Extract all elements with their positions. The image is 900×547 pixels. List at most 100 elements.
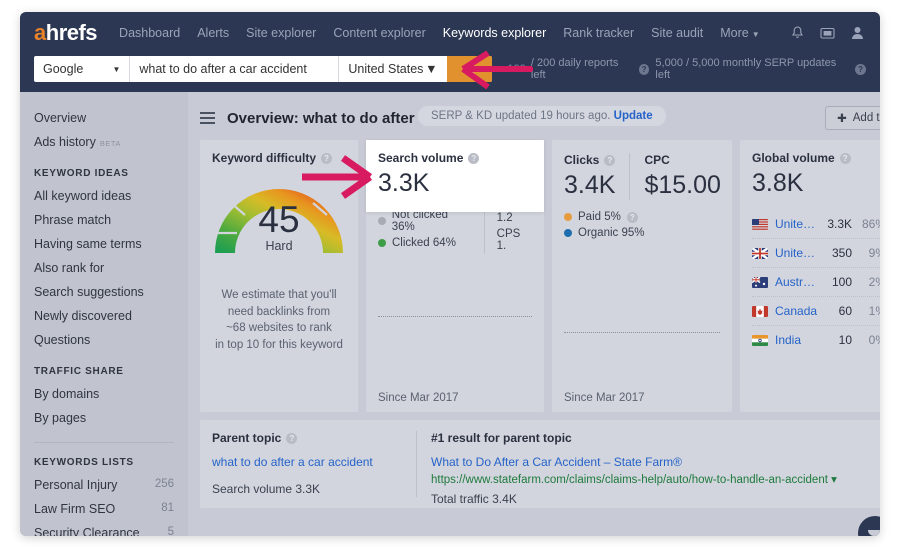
daily-reports-credit: 199 / 200 daily reports left ?: [508, 57, 650, 81]
help-icon[interactable]: ?: [468, 152, 480, 164]
parent-topic-link[interactable]: what to do after a car accident: [212, 455, 404, 469]
nav-item-site-audit[interactable]: Site audit: [651, 26, 703, 40]
clicks-bars: [564, 276, 720, 384]
nav-item-alerts[interactable]: Alerts: [197, 26, 229, 40]
nav-item-rank-tracker[interactable]: Rank tracker: [563, 26, 634, 40]
nav-more-label: More: [720, 26, 749, 40]
country-volume: 350: [831, 246, 852, 260]
help-icon[interactable]: ?: [855, 63, 866, 75]
clicks-legend: Paid 5%? Organic 95%: [564, 209, 720, 241]
card-title: CPC: [644, 153, 720, 167]
ahrefs-logo[interactable]: ahrefs: [34, 20, 98, 46]
nav-item-more[interactable]: More ▼: [720, 26, 759, 40]
legend-paid: Paid 5%?: [564, 209, 720, 225]
top-result-heading: #1 result for parent topic: [431, 431, 572, 445]
kd-note-text: We estimate that you'll need backlinks f…: [215, 289, 343, 352]
search-box-group: Google ▼ United States ▼: [34, 56, 492, 82]
keyword-difficulty-note: We estimate that you'll need backlinks f…: [212, 287, 346, 354]
country-volume: 3.3K: [827, 217, 852, 231]
help-icon[interactable]: ?: [321, 152, 333, 164]
clicks-metric: Clicks ? 3.4K: [564, 153, 629, 200]
sidebar-item-all-keyword-ideas[interactable]: All keyword ideas: [34, 184, 188, 208]
search-volume-chart: [378, 276, 532, 384]
sidebar-item-by-pages[interactable]: By pages: [34, 406, 188, 430]
search-engine-select[interactable]: Google ▼: [34, 56, 131, 82]
keyword-input[interactable]: [130, 56, 339, 82]
legend-label: Organic 95%: [578, 227, 645, 239]
sidebar-item-also-rank-for[interactable]: Also rank for: [34, 256, 188, 280]
sidebar-section-keyword-ideas: KEYWORD IDEAS: [34, 168, 129, 179]
flag-icon-in: [752, 334, 768, 346]
chevron-down-icon[interactable]: ▾: [831, 474, 837, 486]
bell-icon[interactable]: [791, 26, 804, 40]
help-bubble-icon[interactable]: [858, 516, 880, 536]
search-volume-legend: Not clicked 36% Clicked 64%: [378, 207, 472, 254]
legend-organic: Organic 95%: [564, 225, 720, 241]
chat-icon[interactable]: [820, 27, 835, 40]
top-result-url-text: https://www.statefarm.com/claims/claims-…: [431, 474, 828, 486]
country-volume: 10: [838, 333, 852, 347]
help-icon[interactable]: ?: [604, 154, 616, 166]
search-volume-value-highlight: 3.3K: [378, 169, 430, 197]
cpc-value: $15.00: [644, 171, 721, 199]
help-icon[interactable]: ?: [626, 211, 638, 223]
sidebar-item-search-suggestions[interactable]: Search suggestions: [34, 280, 188, 304]
legend-label: Not clicked 36%: [391, 209, 448, 233]
card-title-highlight: Search volume ?: [378, 151, 532, 165]
flag-icon-ca: [752, 305, 768, 317]
legend-dot: [378, 239, 386, 247]
nav-item-keywords-explorer[interactable]: Keywords explorer: [443, 26, 547, 40]
chevron-down-icon: ▼: [751, 30, 760, 39]
sidebar-item-newly-discovered[interactable]: Newly discovered: [34, 304, 188, 328]
sidebar-item-security-clearance[interactable]: Security Clearance 5: [34, 521, 188, 536]
sidebar-item-overview[interactable]: Overview: [34, 106, 188, 130]
keyword-difficulty-gauge: 45 Hard: [215, 177, 343, 254]
global-volume-value: 3.8K: [752, 169, 804, 197]
country-name[interactable]: United Ki...: [775, 246, 818, 260]
table-row: India 10 0%: [752, 325, 880, 354]
country-select[interactable]: United States ▼: [338, 56, 446, 82]
add-to-button[interactable]: ✚ Add to: [825, 106, 880, 130]
cpc-title: CPC: [644, 153, 670, 167]
clicks-chart: [564, 276, 720, 384]
main-content: Overview: what to do after SERP & KD upd…: [188, 92, 880, 536]
nav-item-site-explorer[interactable]: Site explorer: [246, 26, 316, 40]
parent-topic-heading-label: Parent topic: [212, 431, 282, 445]
page-title: Overview: what to do after: [227, 109, 415, 127]
top-result-title[interactable]: What to Do After a Car Accident – State …: [431, 455, 880, 469]
search-volume-title-highlight: Search volume: [378, 151, 464, 165]
top-navigation-bar: ahrefs Dashboard Alerts Site explorer Co…: [20, 12, 880, 54]
app-body: Overview Ads history BETA KEYWORD IDEAS A…: [20, 92, 880, 536]
search-submit-button[interactable]: [446, 56, 492, 82]
nav-links: Dashboard Alerts Site explorer Content e…: [119, 26, 760, 40]
country-name[interactable]: Canada: [775, 304, 818, 318]
sidebar-item-ads-history[interactable]: Ads history BETA: [34, 130, 188, 154]
help-icon[interactable]: ?: [839, 152, 851, 164]
country-percent: 2%: [868, 275, 880, 289]
country-volume: 100: [831, 275, 852, 289]
sidebar-item-by-domains[interactable]: By domains: [34, 382, 188, 406]
sidebar-item-questions[interactable]: Questions: [34, 328, 188, 352]
country-percent: 1%: [868, 304, 880, 318]
user-icon[interactable]: [851, 26, 864, 40]
sidebar-item-personal-injury[interactable]: Personal Injury 256: [34, 473, 188, 497]
serp-update-text: SERP & KD updated 19 hours ago.: [431, 110, 611, 122]
sidebar-item-having-same-terms[interactable]: Having same terms: [34, 232, 188, 256]
logo-text: hrefs: [45, 20, 98, 45]
country-name[interactable]: India: [775, 333, 818, 347]
hamburger-icon[interactable]: [200, 109, 215, 127]
average-line: [378, 316, 532, 318]
nav-item-content-explorer[interactable]: Content explorer: [333, 26, 425, 40]
nav-item-dashboard[interactable]: Dashboard: [119, 26, 180, 40]
sidebar-item-law-firm-seo[interactable]: Law Firm SEO 81: [34, 497, 188, 521]
beta-badge: BETA: [99, 139, 121, 148]
sidebar-item-phrase-match[interactable]: Phrase match: [34, 208, 188, 232]
serp-update-link[interactable]: Update: [614, 110, 653, 122]
country-name[interactable]: Australia: [775, 275, 818, 289]
top-result-url[interactable]: https://www.statefarm.com/claims/claims-…: [431, 472, 880, 486]
help-icon[interactable]: ?: [286, 432, 298, 444]
help-icon[interactable]: ?: [638, 63, 650, 75]
country-name[interactable]: United ...: [775, 217, 818, 231]
metrics-cards-row: Keyword difficulty ? 45 Hard We estimate…: [200, 140, 880, 412]
top-result-traffic: Total traffic 3.4K: [431, 492, 517, 506]
